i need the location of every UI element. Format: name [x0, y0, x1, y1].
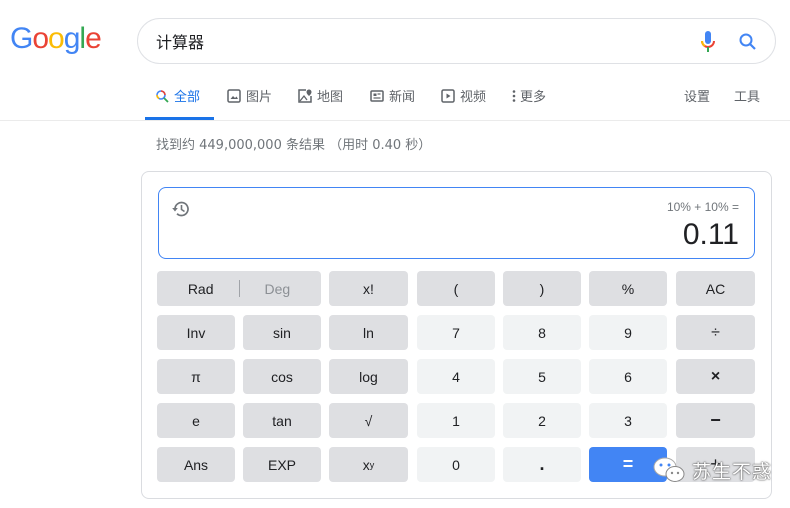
- watermark-text: 苏生不惑: [692, 460, 773, 483]
- e-button[interactable]: e: [157, 403, 235, 438]
- digit-7-button[interactable]: 7: [417, 315, 495, 350]
- power-exponent: y: [369, 459, 375, 470]
- calculator-display: 10% + 10% = 0.11: [158, 187, 755, 259]
- watermark: 苏生不惑: [652, 455, 772, 485]
- search-icon: [156, 90, 169, 103]
- settings-label: 设置: [684, 90, 711, 105]
- digit-3-button[interactable]: 3: [589, 403, 667, 438]
- tab-all[interactable]: 全部: [155, 86, 200, 120]
- wechat-icon: [653, 457, 685, 482]
- ans-button[interactable]: Ans: [157, 447, 235, 482]
- digit-5-button[interactable]: 5: [503, 359, 581, 394]
- history-icon[interactable]: [171, 199, 191, 219]
- calculator-result: 0.11: [682, 218, 739, 251]
- digit-1-button[interactable]: 1: [417, 403, 495, 438]
- minus-button[interactable]: −: [676, 403, 755, 438]
- digit-0-button[interactable]: 0: [417, 447, 495, 482]
- pi-button[interactable]: π: [157, 359, 235, 394]
- digit-2-button[interactable]: 2: [503, 403, 581, 438]
- header-divider: [0, 120, 790, 121]
- calculator-expression: 10% + 10% =: [666, 200, 739, 214]
- search-box: [137, 18, 776, 64]
- tab-more[interactable]: 更多: [511, 86, 546, 120]
- divide-button[interactable]: ÷: [676, 315, 755, 350]
- logo-letter: g: [63, 22, 81, 55]
- logo-letter: G: [10, 22, 33, 55]
- all-clear-button[interactable]: AC: [676, 271, 755, 306]
- logo-letter: o: [32, 22, 49, 55]
- tab-label: 全部: [174, 90, 201, 105]
- log-button[interactable]: log: [329, 359, 408, 394]
- news-icon: [370, 90, 384, 102]
- digit-8-button[interactable]: 8: [503, 315, 581, 350]
- video-icon: [441, 89, 455, 103]
- mic-icon[interactable]: [700, 30, 716, 54]
- cos-button[interactable]: cos: [243, 359, 321, 394]
- power-base: x: [362, 456, 370, 473]
- tab-label: 更多: [520, 90, 547, 105]
- tab-videos[interactable]: 视频: [441, 86, 486, 120]
- search-icon[interactable]: [738, 32, 758, 52]
- rad-deg-toggle[interactable]: Rad Deg: [157, 271, 321, 306]
- exp-button[interactable]: EXP: [243, 447, 321, 482]
- multiply-button[interactable]: ×: [676, 359, 755, 394]
- tan-button[interactable]: tan: [243, 403, 321, 438]
- tab-label: 图片: [246, 90, 273, 105]
- factorial-button[interactable]: x!: [329, 271, 408, 306]
- logo-letter: e: [85, 22, 102, 55]
- tab-news[interactable]: 新闻: [370, 86, 415, 120]
- image-icon: [227, 89, 241, 103]
- search-tabs: 全部 图片 地图 新闻 视频 更多 设置 工具: [145, 86, 785, 120]
- map-icon: [298, 89, 312, 103]
- deg-button[interactable]: Deg: [265, 281, 291, 297]
- settings-link[interactable]: 设置: [684, 86, 710, 120]
- decimal-point-button[interactable]: .: [503, 447, 581, 482]
- search-input[interactable]: [156, 29, 676, 53]
- sqrt-button[interactable]: √: [329, 403, 408, 438]
- left-paren-button[interactable]: (: [417, 271, 495, 306]
- tab-label: 地图: [317, 90, 344, 105]
- digit-9-button[interactable]: 9: [589, 315, 667, 350]
- logo-letter: o: [48, 22, 65, 55]
- calculator-card: 10% + 10% = 0.11 Rad Deg x! ( ) % AC Inv…: [141, 171, 772, 499]
- right-paren-button[interactable]: ): [503, 271, 581, 306]
- tab-images[interactable]: 图片: [227, 86, 272, 120]
- ln-button[interactable]: ln: [329, 315, 408, 350]
- tools-link[interactable]: 工具: [734, 86, 760, 120]
- tab-maps[interactable]: 地图: [298, 86, 343, 120]
- inv-button[interactable]: Inv: [157, 315, 235, 350]
- sin-button[interactable]: sin: [243, 315, 321, 350]
- tab-label: 新闻: [389, 90, 416, 105]
- digit-6-button[interactable]: 6: [589, 359, 667, 394]
- tab-label: 视频: [460, 90, 487, 105]
- tools-label: 工具: [734, 90, 761, 105]
- more-vert-icon: [512, 90, 516, 102]
- result-stats: 找到约 449,000,000 条结果 （用时 0.40 秒）: [156, 138, 432, 153]
- rad-button[interactable]: Rad: [188, 281, 214, 297]
- google-logo[interactable]: Google: [10, 22, 102, 56]
- percent-button[interactable]: %: [589, 271, 667, 306]
- power-button[interactable]: xy: [329, 447, 408, 482]
- digit-4-button[interactable]: 4: [417, 359, 495, 394]
- toggle-separator: [238, 280, 240, 297]
